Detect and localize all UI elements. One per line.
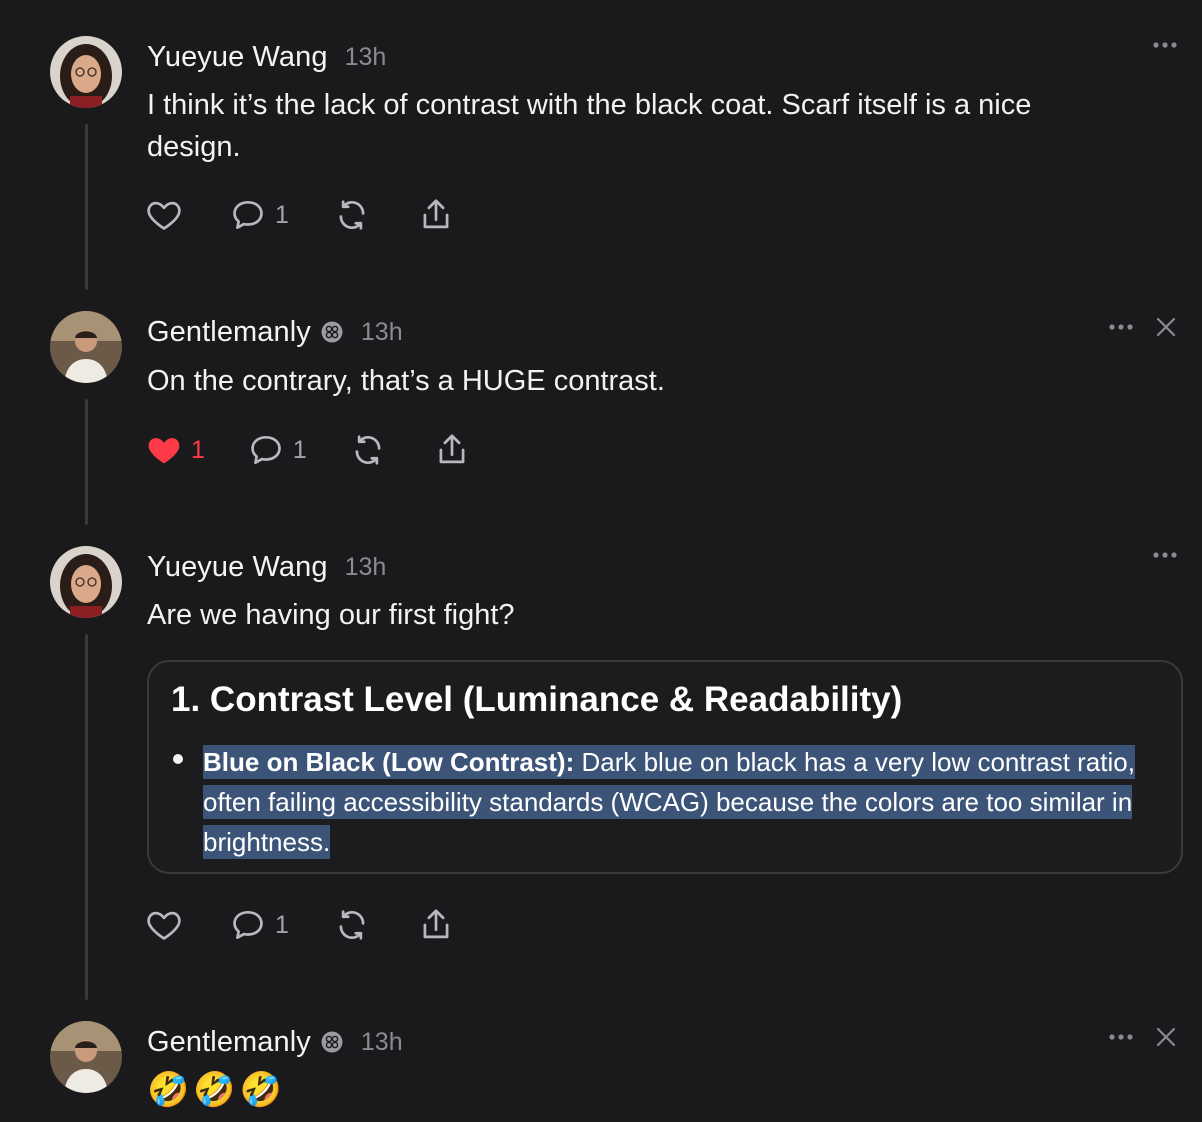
comment-thread: Yueyue Wang 13h I think it’s the lack of… bbox=[0, 0, 1202, 1122]
post-menu bbox=[1152, 40, 1178, 50]
laughing-emoji: 🤣 bbox=[147, 1071, 190, 1109]
more-dots-icon[interactable] bbox=[1152, 40, 1178, 50]
share-button[interactable] bbox=[433, 431, 471, 469]
post-text: On the contrary, that’s a HUGE contrast. bbox=[147, 365, 665, 397]
action-bar: 1 bbox=[145, 906, 455, 944]
like-button[interactable]: 1 bbox=[145, 431, 205, 469]
share-icon bbox=[423, 909, 449, 939]
repost-icon bbox=[355, 435, 381, 465]
avatar-gentlemanly[interactable] bbox=[50, 1021, 122, 1093]
post-menu bbox=[1108, 1025, 1178, 1049]
timestamp: 13h bbox=[360, 1027, 403, 1056]
thread-line bbox=[85, 399, 88, 525]
repost-icon bbox=[339, 910, 365, 940]
reply-button[interactable]: 1 bbox=[229, 906, 289, 944]
reply-count: 1 bbox=[292, 435, 307, 464]
post-header: Yueyue Wang 13h bbox=[147, 40, 386, 74]
avatar-image bbox=[50, 36, 122, 108]
share-icon bbox=[439, 434, 465, 464]
laughing-emoji: 🤣 bbox=[193, 1071, 236, 1109]
laughing-emoji: 🤣 bbox=[239, 1071, 283, 1109]
thread-line bbox=[85, 634, 88, 1000]
post-menu bbox=[1152, 550, 1178, 560]
reply-button[interactable]: 1 bbox=[229, 196, 289, 234]
reply-count: 1 bbox=[275, 200, 289, 229]
like-button[interactable] bbox=[145, 196, 183, 234]
bullet-dot bbox=[173, 754, 183, 764]
post-text: Are we having our first fight? bbox=[147, 599, 515, 631]
author-name[interactable]: Yueyue Wang bbox=[147, 41, 328, 74]
post-text: I think it’s the lack of contrast with t… bbox=[147, 89, 1032, 163]
speech-bubble-icon bbox=[233, 910, 263, 940]
close-icon[interactable] bbox=[1154, 1025, 1178, 1049]
attached-text-card[interactable]: 1. Contrast Level (Luminance & Readabili… bbox=[147, 660, 1183, 874]
timestamp: 13h bbox=[344, 552, 387, 581]
card-heading: 1. Contrast Level (Luminance & Readabili… bbox=[171, 680, 903, 719]
timestamp: 13h bbox=[344, 42, 387, 71]
bullet-bold-label: Blue on Black (Low Contrast): bbox=[203, 747, 575, 777]
heart-icon bbox=[147, 201, 181, 230]
emoji-text: 🤣 🤣 🤣 bbox=[147, 1070, 282, 1110]
share-button[interactable] bbox=[417, 906, 455, 944]
verified-badge-icon bbox=[321, 1031, 343, 1053]
author-name[interactable]: Gentlemanly bbox=[147, 1026, 311, 1059]
repost-icon bbox=[339, 200, 365, 230]
author-name[interactable]: Yueyue Wang bbox=[147, 551, 328, 584]
like-count: 1 bbox=[191, 435, 205, 464]
avatar-gentlemanly[interactable] bbox=[50, 311, 122, 383]
repost-button[interactable] bbox=[333, 906, 371, 944]
action-bar: 1 bbox=[145, 196, 455, 234]
action-bar: 1 1 bbox=[145, 431, 471, 469]
post-header: Gentlemanly 13h bbox=[147, 315, 403, 349]
avatar-yueyue[interactable] bbox=[50, 546, 122, 618]
reply-count: 1 bbox=[275, 910, 289, 939]
heart-icon bbox=[147, 911, 181, 940]
heart-filled-icon bbox=[148, 438, 180, 464]
like-button[interactable] bbox=[145, 906, 183, 944]
card-bullet-text: Blue on Black (Low Contrast): Dark blue … bbox=[203, 742, 1163, 862]
close-icon[interactable] bbox=[1154, 315, 1178, 339]
post-header: Yueyue Wang 13h bbox=[147, 550, 386, 584]
speech-bubble-icon bbox=[233, 200, 263, 230]
reply-button[interactable]: 1 bbox=[247, 431, 307, 469]
share-icon bbox=[423, 199, 449, 229]
more-dots-icon[interactable] bbox=[1108, 1032, 1134, 1042]
speech-bubble-icon bbox=[251, 435, 281, 465]
timestamp: 13h bbox=[360, 317, 403, 346]
more-dots-icon[interactable] bbox=[1152, 550, 1178, 560]
post-header: Gentlemanly 13h bbox=[147, 1025, 403, 1059]
post-menu bbox=[1108, 315, 1178, 339]
thread-line bbox=[85, 124, 88, 290]
more-dots-icon[interactable] bbox=[1108, 322, 1134, 332]
avatar-image bbox=[50, 546, 122, 618]
repost-button[interactable] bbox=[333, 196, 371, 234]
avatar-yueyue[interactable] bbox=[50, 36, 122, 108]
avatar-image bbox=[50, 1021, 122, 1093]
author-name[interactable]: Gentlemanly bbox=[147, 316, 311, 349]
verified-badge-icon bbox=[321, 321, 343, 343]
repost-button[interactable] bbox=[349, 431, 387, 469]
share-button[interactable] bbox=[417, 196, 455, 234]
avatar-image bbox=[50, 311, 122, 383]
